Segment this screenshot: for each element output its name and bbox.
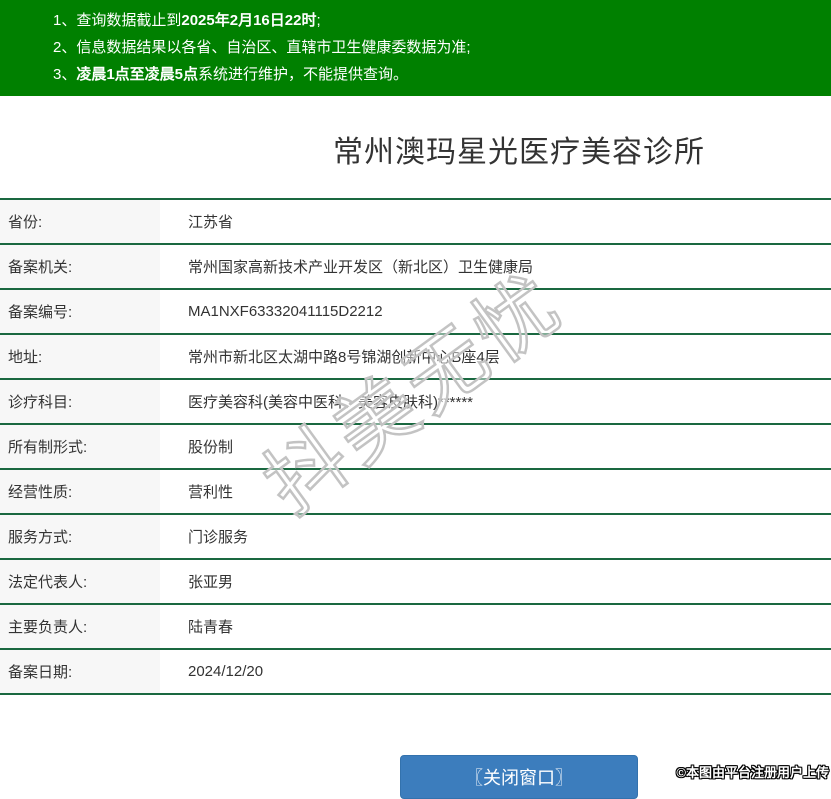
row-label: 服务方式: bbox=[0, 515, 160, 558]
notice-bar: 1、查询数据截止到2025年2月16日22时; 2、信息数据结果以各省、自治区、… bbox=[0, 0, 831, 96]
table-row-province: 省份: 江苏省 bbox=[0, 200, 831, 245]
row-value: 股份制 bbox=[188, 439, 234, 456]
notice-line-3-bold: 凌晨1点至凌晨5点 bbox=[76, 66, 199, 83]
notice-line-2-num: 2、 bbox=[53, 39, 77, 56]
row-label: 备案日期: bbox=[0, 650, 160, 693]
notice-line-1: 1、查询数据截止到2025年2月16日22时; bbox=[53, 7, 821, 34]
table-row-filing-date: 备案日期: 2024/12/20 bbox=[0, 650, 831, 695]
notice-line-1-num: 1、 bbox=[53, 12, 77, 29]
copyright-stamp: ©本图由平台注册用户上传 bbox=[676, 765, 829, 780]
notice-line-3-num: 3、 bbox=[53, 66, 77, 83]
table-row-service-mode: 服务方式: 门诊服务 bbox=[0, 515, 831, 560]
row-value: 营利性 bbox=[188, 484, 234, 501]
table-row-ownership: 所有制形式: 股份制 bbox=[0, 425, 831, 470]
row-value: 陆青春 bbox=[188, 619, 234, 636]
table-row-legal-representative: 法定代表人: 张亚男 bbox=[0, 560, 831, 605]
row-label: 主要负责人: bbox=[0, 605, 160, 648]
row-value: 江苏省 bbox=[188, 214, 234, 231]
table-row-business-nature: 经营性质: 营利性 bbox=[0, 470, 831, 515]
row-label: 省份: bbox=[0, 200, 160, 243]
notice-line-2: 2、信息数据结果以各省、自治区、直辖市卫生健康委数据为准; bbox=[53, 34, 821, 61]
table-row-departments: 诊疗科目: 医疗美容科(美容中医科、美容皮肤科)****** bbox=[0, 380, 831, 425]
content-area: 常州澳玛星光医疗美容诊所 省份: 江苏省 备案机关: 常州国家高新技术产业开发区… bbox=[0, 127, 831, 799]
table-row-principal: 主要负责人: 陆青春 bbox=[0, 605, 831, 650]
row-value: 常州市新北区太湖中路8号锦湖创新中心B座4层 bbox=[188, 349, 500, 366]
row-label: 所有制形式: bbox=[0, 425, 160, 468]
table-row-address: 地址: 常州市新北区太湖中路8号锦湖创新中心B座4层 bbox=[0, 335, 831, 380]
notice-line-3-post: 系统进行维护，不能提供查询。 bbox=[198, 66, 409, 83]
row-label: 地址: bbox=[0, 335, 160, 378]
row-value: 2024/12/20 bbox=[188, 663, 264, 680]
row-value: 门诊服务 bbox=[188, 529, 249, 546]
row-label: 备案机关: bbox=[0, 245, 160, 288]
table-row-filing-authority: 备案机关: 常州国家高新技术产业开发区（新北区）卫生健康局 bbox=[0, 245, 831, 290]
row-value: 张亚男 bbox=[188, 574, 234, 591]
notice-line-1-text: 查询数据截止到 bbox=[76, 12, 182, 29]
row-label: 法定代表人: bbox=[0, 560, 160, 603]
row-value: 医疗美容科(美容中医科、美容皮肤科)****** bbox=[188, 394, 474, 411]
notice-line-1-bold: 2025年2月16日22时 bbox=[181, 12, 317, 29]
page-title: 常州澳玛星光医疗美容诊所 bbox=[333, 136, 705, 169]
row-value: 常州国家高新技术产业开发区（新北区）卫生健康局 bbox=[188, 259, 534, 276]
notice-line-3: 3、凌晨1点至凌晨5点系统进行维护，不能提供查询。 bbox=[53, 61, 821, 88]
row-label: 经营性质: bbox=[0, 470, 160, 513]
row-value: MA1NXF63332041115D2212 bbox=[188, 303, 383, 320]
notice-line-2-text: 信息数据结果以各省、自治区、直辖市卫生健康委数据为准; bbox=[76, 39, 471, 56]
notice-line-1-post: ; bbox=[316, 12, 321, 29]
table-row-filing-number: 备案编号: MA1NXF63332041115D2212 bbox=[0, 290, 831, 335]
row-label: 诊疗科目: bbox=[0, 380, 160, 423]
close-window-button[interactable]: 〖关闭窗口〗 bbox=[400, 755, 638, 799]
row-label: 备案编号: bbox=[0, 290, 160, 333]
institution-info-table: 省份: 江苏省 备案机关: 常州国家高新技术产业开发区（新北区）卫生健康局 备案… bbox=[0, 198, 831, 695]
